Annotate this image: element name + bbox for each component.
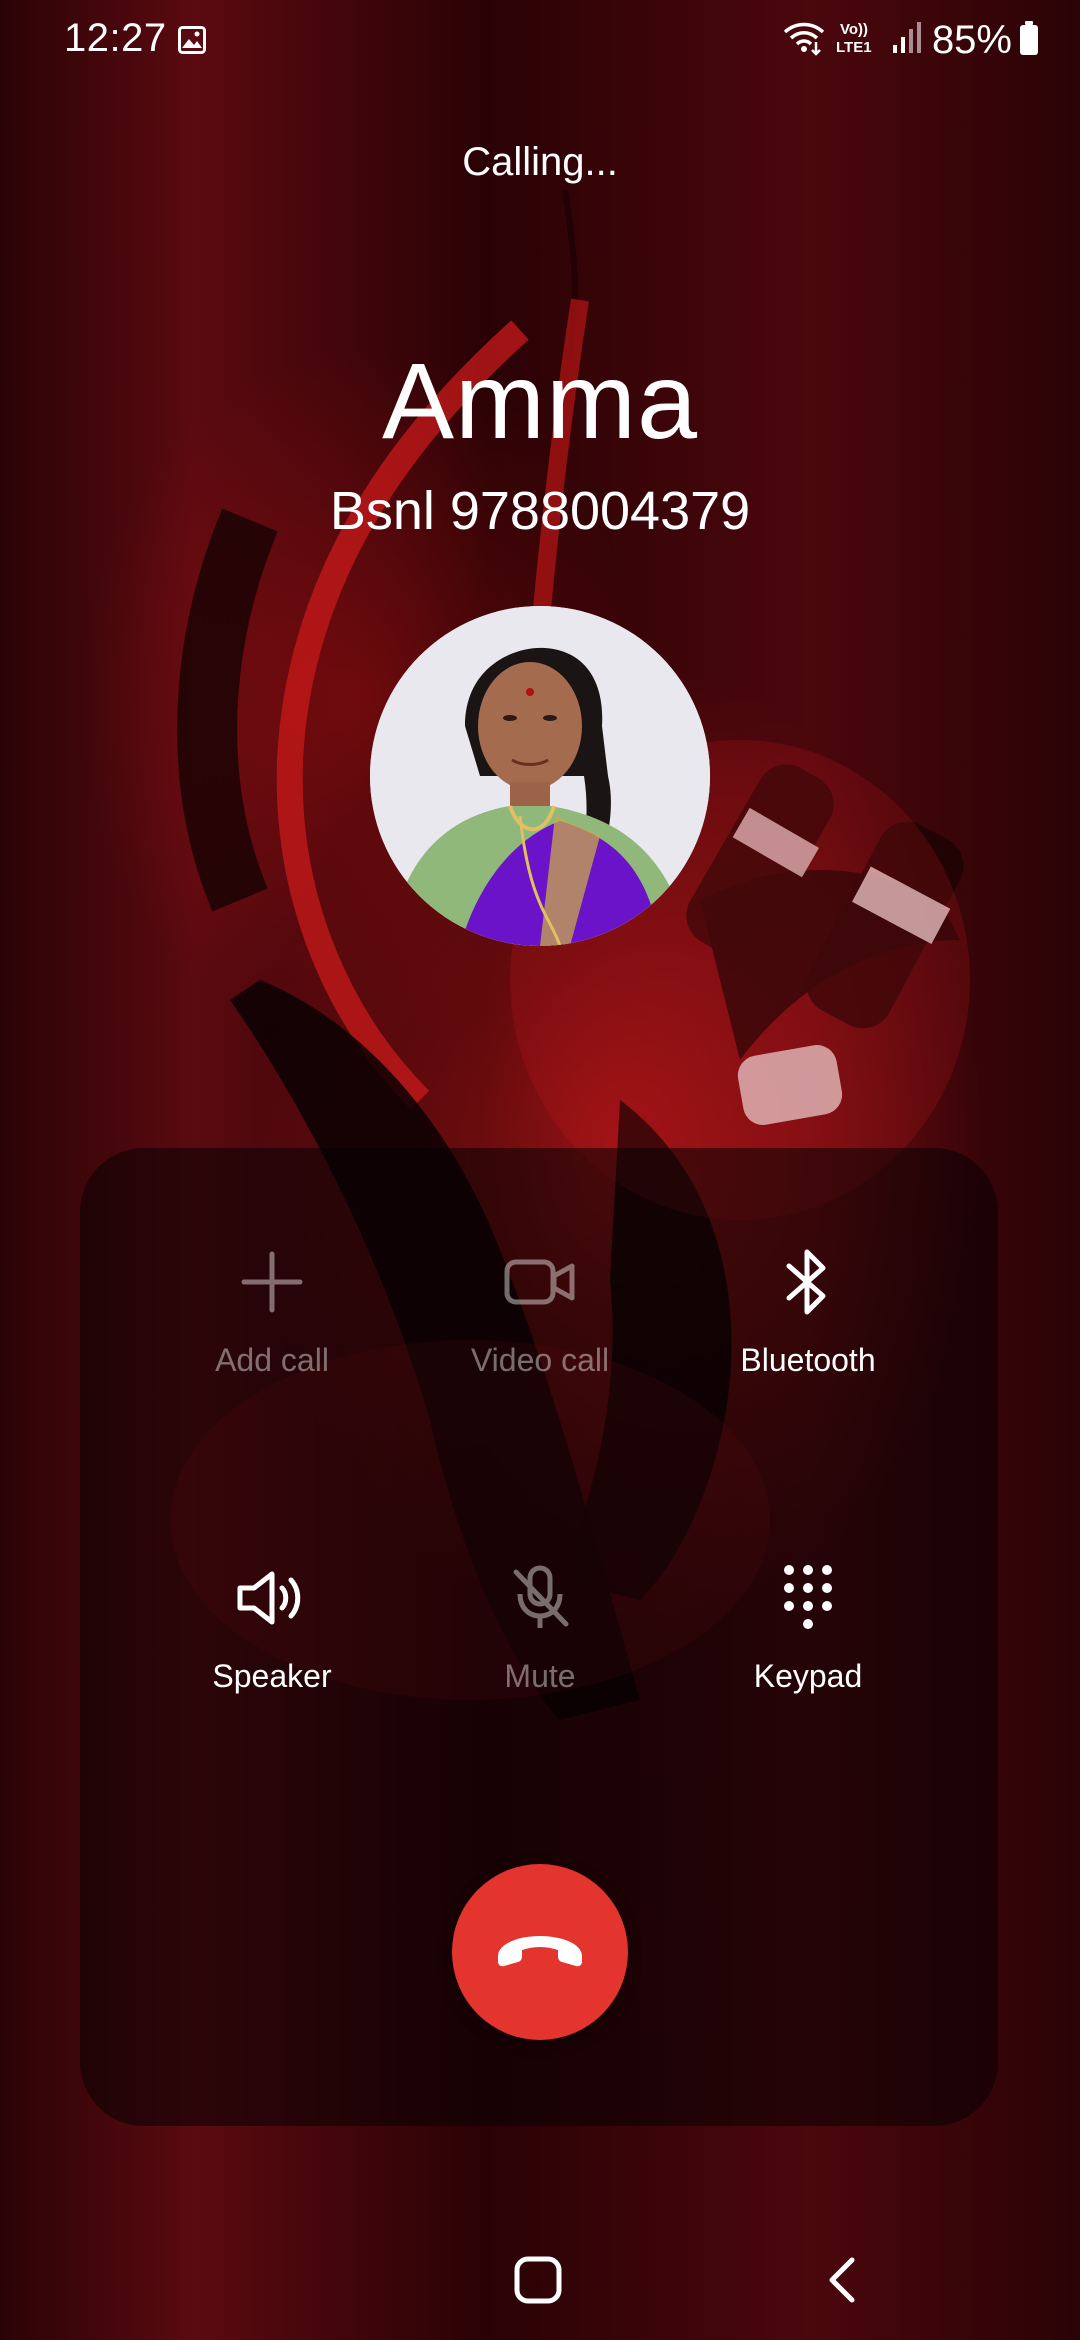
- phone-hangup-icon: [492, 1930, 588, 1975]
- wifi-icon: [782, 20, 826, 61]
- status-right-group: Vo)) LTE1 85%: [782, 14, 1040, 66]
- contact-number: Bsnl 9788004379: [329, 481, 751, 541]
- video-call-button[interactable]: Video call: [400, 1246, 680, 1426]
- signal-strength-icon: [892, 21, 922, 60]
- contact-name: Amma: [381, 340, 699, 461]
- bluetooth-button[interactable]: Bluetooth: [668, 1246, 948, 1426]
- svg-text:Vo)): Vo)): [840, 21, 868, 38]
- contact-photo: [370, 606, 710, 946]
- keypad-icon: [781, 1562, 835, 1639]
- status-bar: 12:27 Vo)) LTE1 85%: [0, 0, 1080, 80]
- nav-home-button[interactable]: [514, 2256, 562, 2304]
- add-call-button[interactable]: Add call: [132, 1246, 412, 1426]
- bluetooth-label: Bluetooth: [740, 1342, 876, 1378]
- back-chevron-icon: [829, 2257, 855, 2303]
- keypad-label: Keypad: [753, 1658, 863, 1694]
- plus-icon: [240, 1250, 304, 1319]
- add-call-label: Add call: [215, 1342, 329, 1378]
- speaker-icon: [236, 1568, 308, 1633]
- video-camera-icon: [504, 1254, 576, 1315]
- speaker-label: Speaker: [212, 1658, 332, 1694]
- home-icon: [514, 2256, 562, 2304]
- end-call-button[interactable]: [452, 1864, 628, 2040]
- contact-avatar: [370, 606, 710, 946]
- svg-text:LTE1: LTE1: [836, 39, 872, 56]
- mic-off-icon: [508, 1564, 572, 1637]
- speaker-button[interactable]: Speaker: [132, 1562, 412, 1742]
- volte-lte-icon: Vo)) LTE1: [836, 18, 882, 63]
- bluetooth-icon: [783, 1246, 833, 1323]
- gallery-notification-icon: [178, 26, 206, 54]
- keypad-button[interactable]: Keypad: [668, 1562, 948, 1742]
- battery-percentage: 85%: [931, 17, 1012, 62]
- nav-back-button[interactable]: [822, 2256, 862, 2304]
- video-call-label: Video call: [470, 1342, 610, 1378]
- call-status-text: Calling...: [462, 140, 618, 184]
- mute-label: Mute: [504, 1658, 576, 1694]
- mute-button[interactable]: Mute: [400, 1562, 680, 1742]
- status-time: 12:27: [64, 16, 167, 60]
- battery-icon: [1018, 20, 1040, 61]
